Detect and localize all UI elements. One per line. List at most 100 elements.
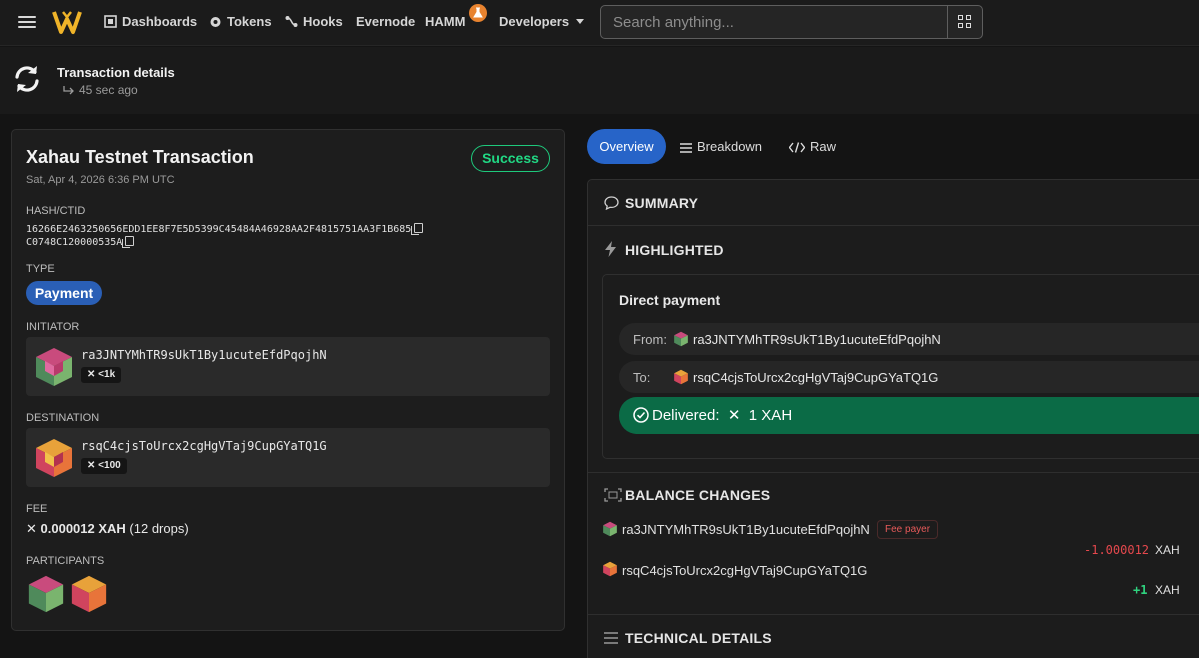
top-navbar: Dashboards Tokens Hooks Evernode HAMM De… [0,0,1199,46]
nav-hooks[interactable]: Hooks [285,14,343,29]
divider [588,614,1199,615]
tab-breakdown-label: Breakdown [697,139,763,154]
avatar [603,521,617,537]
from-address[interactable]: ra3JNTYMhTR9sUkT1By1ucuteEfdPqojhN [693,332,941,347]
code-icon [788,142,806,153]
from-label: From: [633,332,667,347]
xahau-logo[interactable] [52,9,82,35]
nav-hooks-label: Hooks [303,14,343,29]
initiator-account[interactable]: ra3JNTYMhTR9sUkT1By1ucuteEfdPqojhN ✕ <1k [26,337,550,396]
flask-icon [469,4,487,22]
hooks-icon [285,16,298,27]
overview-panel: SUMMARY HIGHLIGHTED Direct payment From:… [587,179,1199,658]
transaction-title: Xahau Testnet Transaction [26,147,254,167]
fee-value: ✕ 0.000012 XAH (12 drops) [26,521,189,537]
type-label: TYPE [26,263,55,275]
balance-delta-positive: +1 [1133,583,1148,597]
avatar [674,369,688,385]
destination-balance-badge: ✕ <100 [81,458,127,474]
chevron-down-icon [576,19,585,24]
qr-code-icon[interactable] [947,6,982,38]
to-row: To: rsqC4cjsToUrcx2cgHgVTaj9CupGYaTQ1G [619,361,1199,393]
from-row: From: ra3JNTYMhTR9sUkT1By1ucuteEfdPqojhN [619,323,1199,355]
destination-balance: <100 [98,460,121,471]
nav-evernode-label: Evernode [356,14,416,29]
xah-icon: ✕ [87,460,99,471]
xah-icon: ✕ [87,369,99,380]
tx-ctid-value[interactable]: C0748C120000535A [26,237,122,248]
delivered-text: Delivered: ✕ 1 XAH [652,406,792,424]
copy-icon[interactable] [122,236,135,248]
initiator-address[interactable]: ra3JNTYMhTR9sUkT1By1ucuteEfdPqojhN [81,348,327,362]
hash-label: HASH/CTID [26,205,86,217]
divider [588,472,1199,473]
tx-ctid: C0748C120000535A [26,236,135,248]
avatar [36,348,72,386]
delivered-label: Delivered: [652,407,720,424]
search-box [600,5,983,39]
balance-delta-negative: -1.000012 [1084,543,1150,557]
time-ago: 45 sec ago [62,83,138,97]
page-header: Transaction details 45 sec ago [0,47,1199,114]
tab-raw-label: Raw [810,139,837,154]
balance-change-address[interactable]: rsqC4cjsToUrcx2cgHgVTaj9CupGYaTQ1G [622,563,867,578]
participants-label: PARTICIPANTS [26,555,105,567]
highlighted-title: HIGHLIGHTED [625,242,724,258]
transaction-card: Xahau Testnet Transaction Sat, Apr 4, 20… [11,129,565,631]
refresh-icon[interactable] [11,63,43,95]
tab-raw[interactable]: Raw [788,139,837,154]
list-icon [604,632,618,644]
xah-icon: ✕ [26,521,41,536]
participant-avatar[interactable] [26,574,66,614]
avatar [674,331,688,347]
xah-icon: ✕ [727,407,741,424]
lightning-icon [605,241,616,257]
tokens-icon [210,17,221,27]
nav-dashboards[interactable]: Dashboards [104,14,197,29]
dashboard-icon [104,15,117,28]
nav-hamm[interactable]: HAMM [425,14,465,29]
tx-hash-value[interactable]: 16266E2463250656EDD1EE8F7E5D5399C45484A4… [26,224,411,235]
balance-currency: XAH [1155,543,1180,557]
destination-address[interactable]: rsqC4cjsToUrcx2cgHgVTaj9CupGYaTQ1G [81,439,327,453]
destination-account[interactable]: rsqC4cjsToUrcx2cgHgVTaj9CupGYaTQ1G ✕ <10… [26,428,550,487]
balance-change-address[interactable]: ra3JNTYMhTR9sUkT1By1ucuteEfdPqojhN [622,522,870,537]
destination-label: DESTINATION [26,412,100,424]
fee-drops: (12 drops) [129,521,189,536]
balance-currency: XAH [1155,583,1180,597]
to-address[interactable]: rsqC4cjsToUrcx2cgHgVTaj9CupGYaTQ1G [693,370,938,385]
transaction-date: Sat, Apr 4, 2026 6:36 PM UTC [26,174,175,186]
fee-amount: 0.000012 XAH [40,521,126,536]
scan-icon [604,488,622,502]
initiator-balance-badge: ✕ <1k [81,367,122,383]
summary-title: SUMMARY [625,195,699,211]
nav-developers[interactable]: Developers [499,14,585,29]
nav-developers-label: Developers [499,14,570,29]
initiator-label: INITIATOR [26,321,80,333]
participant-avatar[interactable] [69,574,109,614]
status-badge: Success [471,145,550,172]
technical-details-title[interactable]: TECHNICAL DETAILS [625,630,772,646]
nav-hamm-label: HAMM [425,14,466,29]
fee-label: FEE [26,503,48,515]
menu-icon[interactable] [18,16,36,29]
copy-icon[interactable] [411,223,424,235]
tab-overview[interactable]: Overview [587,129,666,164]
direct-payment-card: Direct payment From: ra3JNTYMhTR9sUkT1By… [602,274,1199,459]
tab-breakdown[interactable]: Breakdown [680,139,762,154]
to-label: To: [633,370,651,385]
summary-section[interactable]: SUMMARY [588,180,1199,226]
delivered-banner: Delivered: ✕ 1 XAH [619,397,1199,434]
nav-dashboards-label: Dashboards [122,14,198,29]
direct-payment-title: Direct payment [619,292,721,308]
type-badge: Payment [26,281,102,305]
initiator-balance: <1k [98,369,116,380]
search-input[interactable] [601,6,947,38]
check-circle-icon [633,407,649,423]
nav-tokens[interactable]: Tokens [209,14,272,29]
nav-evernode[interactable]: Evernode [356,14,415,29]
tx-hash: 16266E2463250656EDD1EE8F7E5D5399C45484A4… [26,223,424,235]
avatar [36,439,72,477]
balance-changes-title: BALANCE CHANGES [625,487,771,503]
list-icon [680,143,692,153]
